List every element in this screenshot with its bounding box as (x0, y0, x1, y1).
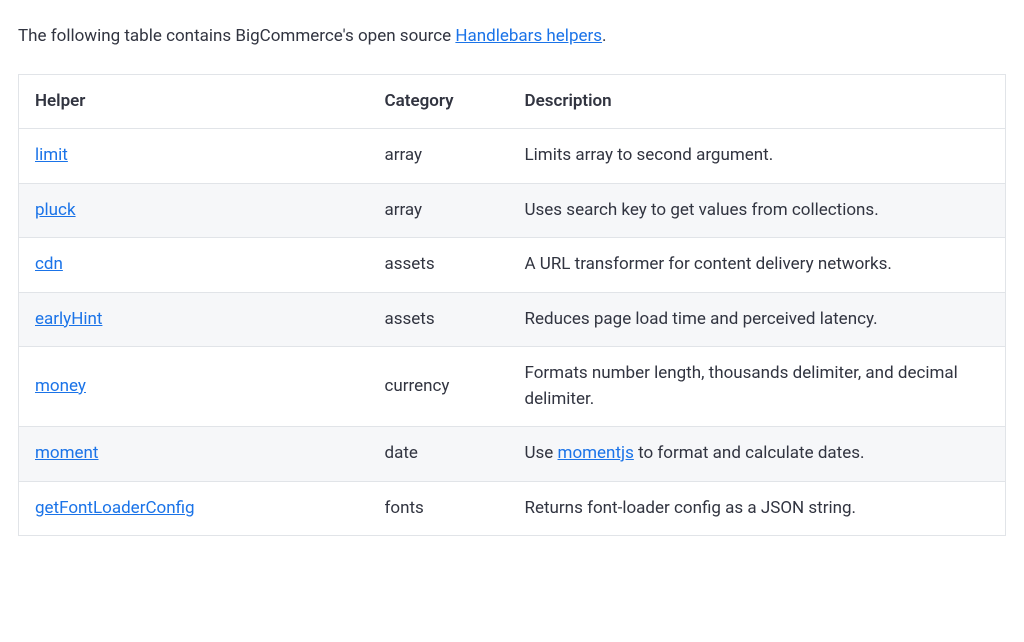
desc-prefix: Use (525, 443, 558, 463)
table-row: getFontLoaderConfig fonts Returns font-loa… (19, 481, 1006, 536)
helper-link[interactable]: earlyHint (35, 309, 102, 329)
cell-category: fonts (369, 481, 509, 536)
desc-prefix: Returns font-loader config as a JSON str… (525, 498, 857, 518)
header-description: Description (509, 74, 1006, 129)
helper-link[interactable]: pluck (35, 200, 76, 220)
helpers-table: Helper Category Description limit array Li… (18, 74, 1006, 537)
cell-helper: money (19, 347, 369, 427)
cell-description: Reduces page load time and perceived lat… (509, 292, 1006, 347)
desc-prefix: A URL transformer for content delivery n… (525, 254, 892, 274)
helper-link[interactable]: moment (35, 443, 98, 463)
cell-description: A URL transformer for content delivery n… (509, 238, 1006, 293)
intro-text: The following table contains BigCommerce… (18, 24, 1006, 50)
cell-helper: pluck (19, 183, 369, 238)
cell-helper: getFontLoaderConfig (19, 481, 369, 536)
cell-category: assets (369, 238, 509, 293)
cell-helper: cdn (19, 238, 369, 293)
table-row: limit array Limits array to second argumen… (19, 129, 1006, 184)
cell-description: Uses search key to get values from colle… (509, 183, 1006, 238)
desc-prefix: Uses search key to get values from colle… (525, 200, 879, 220)
helper-link[interactable]: cdn (35, 254, 63, 274)
cell-category: date (369, 427, 509, 482)
helper-link[interactable]: getFontLoaderConfig (35, 498, 195, 518)
table-row: pluck array Uses search key to get values … (19, 183, 1006, 238)
helper-link[interactable]: limit (35, 145, 68, 165)
desc-suffix: to format and calculate dates. (634, 443, 865, 463)
desc-prefix: Limits array to second argument. (525, 145, 774, 165)
desc-link[interactable]: momentjs (558, 443, 634, 463)
table-row: money currency Formats number length, thou… (19, 347, 1006, 427)
intro-link[interactable]: Handlebars helpers (455, 26, 602, 46)
table-row: momentdateUse momentjs to format and cal… (19, 427, 1006, 482)
cell-description: Formats number length, thousands delimit… (509, 347, 1006, 427)
header-helper: Helper (19, 74, 369, 129)
cell-helper: earlyHint (19, 292, 369, 347)
header-category: Category (369, 74, 509, 129)
desc-prefix: Formats number length, thousands delimit… (525, 363, 958, 409)
table-row: earlyHint assets Reduces page load time an… (19, 292, 1006, 347)
cell-category: assets (369, 292, 509, 347)
cell-category: currency (369, 347, 509, 427)
table-header-row: Helper Category Description (19, 74, 1006, 129)
cell-helper: limit (19, 129, 369, 184)
cell-category: array (369, 183, 509, 238)
desc-prefix: Reduces page load time and perceived lat… (525, 309, 878, 329)
cell-description: Returns font-loader config as a JSON str… (509, 481, 1006, 536)
cell-category: array (369, 129, 509, 184)
intro-suffix: . (602, 26, 606, 46)
helper-link[interactable]: money (35, 376, 86, 396)
cell-helper: moment (19, 427, 369, 482)
cell-description: Use momentjs to format and calculate dat… (509, 427, 1006, 482)
table-row: cdn assets A URL transformer for content d… (19, 238, 1006, 293)
intro-prefix: The following table contains BigCommerce… (18, 26, 455, 46)
cell-description: Limits array to second argument. (509, 129, 1006, 184)
